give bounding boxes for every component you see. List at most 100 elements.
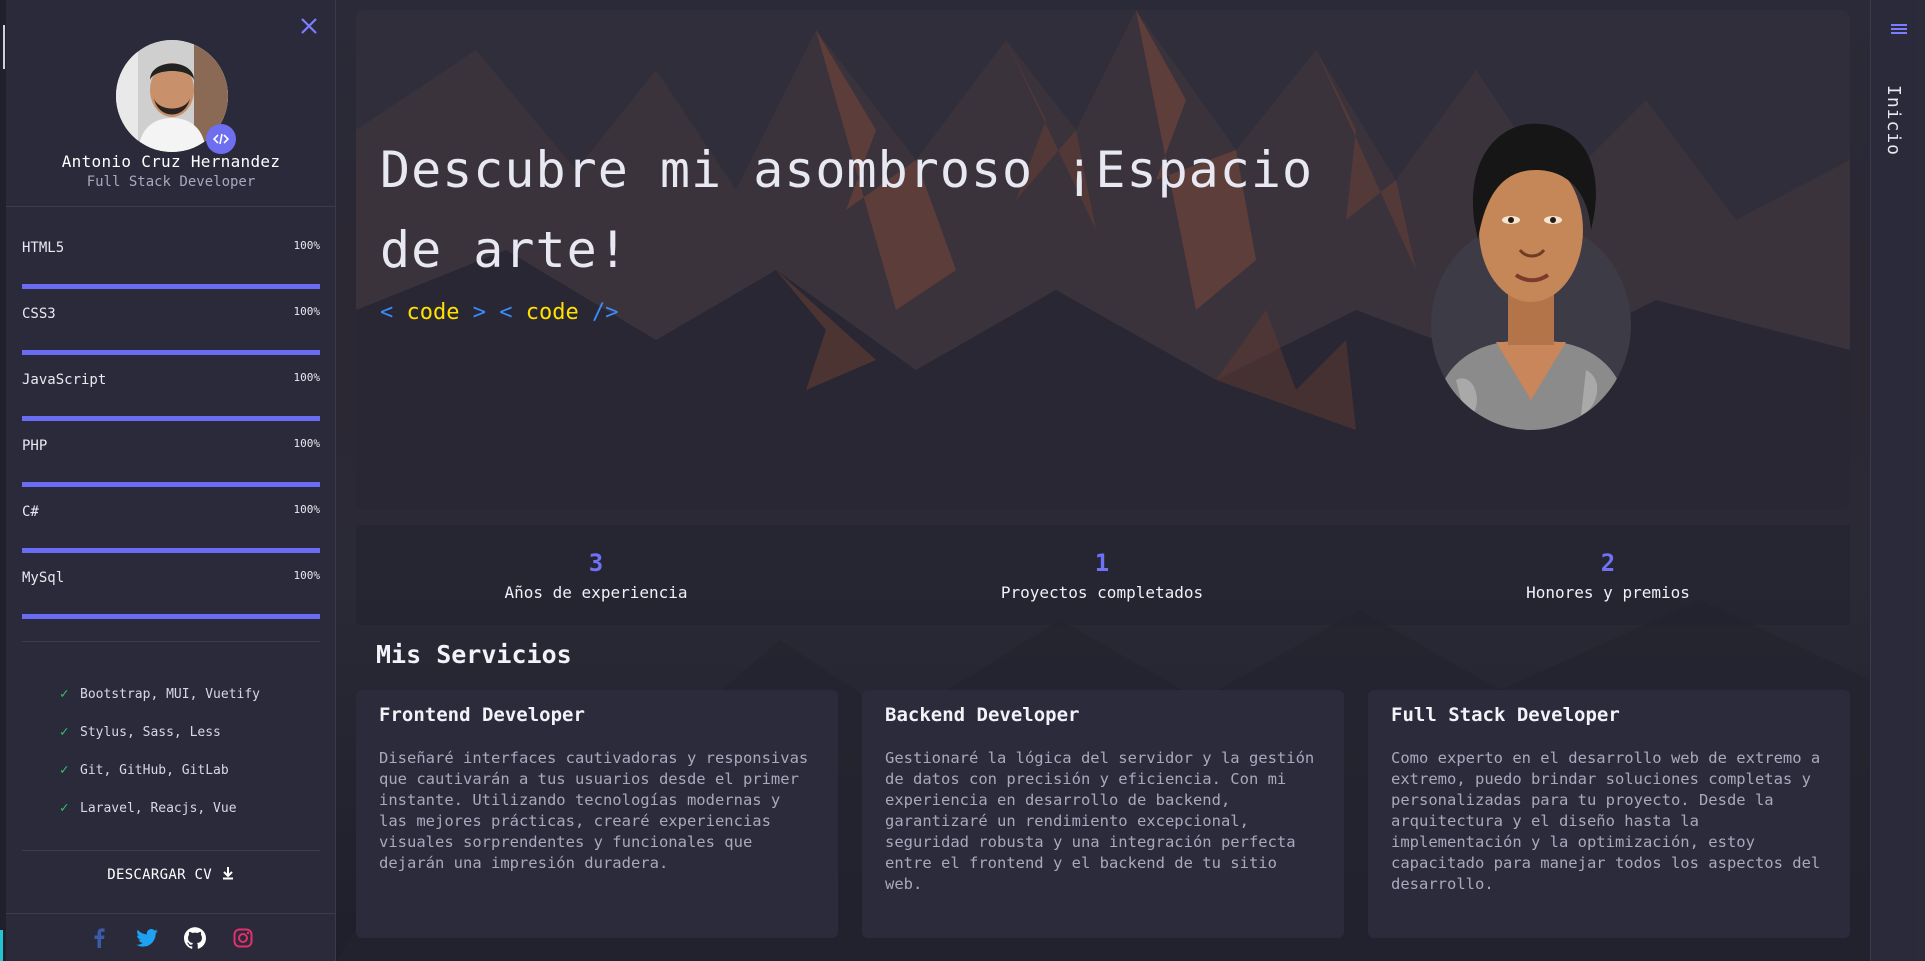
stat-label: Proyectos completados [1000,583,1204,602]
extra-item: ✓ Laravel, Reacjs, Vue [60,789,260,827]
portrait-illustration [1431,123,1631,430]
code-bracket: < [485,300,526,325]
skill-progress-fill [22,284,320,289]
twitter-link[interactable] [135,926,159,950]
extra-item: ✓ Git, GitHub, GitLab [60,751,260,789]
skill-percent: 100% [293,239,321,252]
skill-progress-track [22,416,320,421]
service-text: Gestionaré la lógica del servidor y la g… [885,749,1315,893]
service-title: Full Stack Developer [1391,704,1620,726]
facebook-link[interactable] [87,926,111,950]
skill-progress-fill [22,350,320,355]
skill-progress-fill [22,482,320,487]
code-word: code [525,300,579,325]
socials-divider [6,913,336,914]
hero-banner: Descubre mi asombroso ¡Espacio de arte! … [356,10,1850,510]
left-edge-marker [3,25,5,69]
extra-label: Bootstrap, MUI, Vuetify [80,686,261,702]
extra-label: Stylus, Sass, Less [80,724,221,740]
close-sidebar-button[interactable] [296,14,322,40]
sidebar: Antonio Cruz Hernandez Full Stack Develo… [6,0,336,961]
skill-name: JavaScript [22,372,107,388]
skill-item: CSS3 100% [22,305,321,372]
stat-value: 1 [1094,549,1110,577]
profile-role: Full Stack Developer [86,174,256,190]
stat-item: 1 Proyectos completados [902,549,1302,602]
skill-name: C# [22,504,39,520]
stat-value: 2 [1600,549,1616,577]
extra-label: Laravel, Reacjs, Vue [80,800,237,816]
service-text: Como experto en el desarrollo web de ext… [1391,749,1821,893]
skill-name: MySql [22,570,65,586]
extra-item: ✓ Stylus, Sass, Less [60,713,260,751]
download-cv-label: DESCARGAR CV [107,867,212,883]
extra-item: ✓ Bootstrap, MUI, Vuetify [60,675,260,713]
check-icon: ✓ [60,686,69,702]
extra-label: Git, GitHub, GitLab [80,762,229,778]
code-bracket: > [459,300,486,325]
stat-item: 3 Años de experiencia [396,549,796,602]
left-edge-indicator [0,930,3,961]
stat-item: 2 Honores y premios [1408,549,1808,602]
hero-title: Descubre mi asombroso ¡Espacio de arte! [380,141,1314,279]
skill-item: MySql 100% [22,569,321,636]
stats-bar: 3 Años de experiencia 1 Proyectos comple… [356,525,1850,625]
instagram-icon [233,928,253,948]
download-icon [222,867,233,880]
service-card: Full Stack Developer Como experto en el … [1368,690,1850,938]
right-navigation: Inicio [1870,0,1925,961]
skill-percent: 100% [293,569,321,582]
service-title: Frontend Developer [379,704,585,726]
skills-divider [22,641,320,642]
social-links [6,926,336,950]
github-icon [184,927,206,949]
hamburger-menu-icon [1891,24,1907,34]
github-link[interactable] [183,926,207,950]
download-cv-button[interactable]: DESCARGAR CV [6,866,336,883]
check-icon: ✓ [60,800,69,816]
service-card: Backend Developer Gestionaré la lógica d… [862,690,1344,938]
left-edge [0,0,6,961]
service-card: Frontend Developer Diseñaré interfaces c… [356,690,838,938]
instagram-link[interactable] [231,926,255,950]
profile-divider [6,206,336,207]
skill-item: HTML5 100% [22,239,321,306]
skill-item: JavaScript 100% [22,371,321,438]
skill-progress-fill [22,416,320,421]
skill-percent: 100% [293,437,321,450]
service-title: Backend Developer [885,704,1080,726]
skill-item: PHP 100% [22,437,321,504]
skill-progress-track [22,350,320,355]
code-bracket: < [380,300,407,325]
service-text: Diseñaré interfaces cautivadoras y respo… [379,749,809,872]
menu-button[interactable] [1887,20,1911,44]
stat-label: Años de experiencia [504,583,688,602]
hero-code-tagline: < code > < code /> [380,300,618,325]
skill-percent: 100% [293,503,321,516]
skill-item: C# 100% [22,503,321,570]
skill-percent: 100% [293,371,321,384]
skill-percent: 100% [293,305,321,318]
services-title: Mis Servicios [376,640,572,669]
nav-current-section[interactable]: Inicio [1883,85,1904,156]
extras-divider [22,850,320,851]
twitter-icon [136,929,158,947]
check-icon: ✓ [60,724,69,740]
code-word: code [406,300,460,325]
facebook-icon [94,928,105,948]
skills-list: HTML5 100% CSS3 100% JavaScript 100% PHP… [22,239,321,636]
code-bracket: /> [578,300,619,325]
close-icon [301,18,317,34]
skill-progress-fill [22,614,320,619]
skill-name: HTML5 [22,240,65,256]
stat-value: 3 [588,549,604,577]
skill-name: PHP [22,438,48,454]
skill-name: CSS3 [22,306,56,322]
profile-name: Antonio Cruz Hernandez [61,152,281,171]
stat-label: Honores y premios [1526,583,1690,602]
avatar-wrapper [116,40,236,154]
page-scrollbar[interactable] [1918,0,1925,961]
extras-list: ✓ Bootstrap, MUI, Vuetify ✓ Stylus, Sass, … [60,675,260,827]
skill-progress-fill [22,548,320,553]
code-badge-icon [206,124,236,154]
